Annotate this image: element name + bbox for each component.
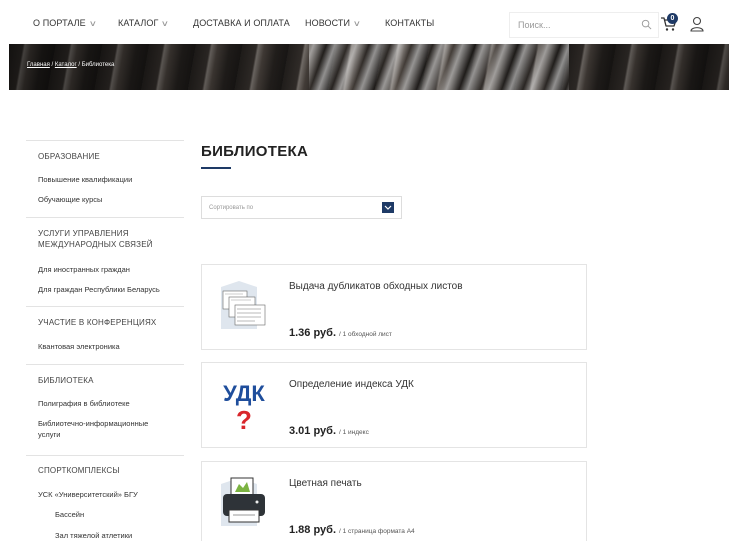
nav-item-news[interactable]: НОВОСТИ ∨ xyxy=(305,18,362,28)
breadcrumb-current: Библиотека xyxy=(81,62,115,68)
nav-item-label: КАТАЛОГ xyxy=(118,18,159,28)
udk-question-icon: УДК ? xyxy=(223,381,265,431)
product-price-row: 3.01 руб./ 1 индекс xyxy=(289,421,369,439)
nav-item-label: ДОСТАВКА И ОПЛАТА xyxy=(193,18,290,28)
product-price: 1.36 руб. xyxy=(289,327,337,339)
product-title[interactable]: Выдача дубликатов обходных листов xyxy=(289,281,463,292)
sidebar-link-foreigners[interactable]: Для иностранных граждан xyxy=(38,264,130,275)
chevron-down-icon: ∨ xyxy=(352,19,362,28)
user-icon[interactable] xyxy=(690,16,704,32)
udk-icon-text: УДК xyxy=(223,381,265,406)
nav-item-about[interactable]: О ПОРТАЛЕ ∨ xyxy=(33,18,97,28)
search-input[interactable] xyxy=(510,13,630,37)
sidebar-link-printing[interactable]: Полиграфия в библиотеке xyxy=(38,398,130,409)
sidebar-divider xyxy=(26,140,184,141)
sort-select[interactable]: Сортировать по xyxy=(201,196,402,219)
product-unit: / 1 индекс xyxy=(339,429,369,436)
product-price: 1.88 руб. xyxy=(289,524,337,536)
search-box xyxy=(509,12,659,38)
sort-select-label: Сортировать по xyxy=(209,205,254,211)
sidebar-section-conferences[interactable]: УЧАСТИЕ В КОНФЕРЕНЦИЯХ xyxy=(38,317,156,328)
sidebar-divider xyxy=(26,306,184,307)
product-price-row: 1.36 руб./ 1 обходной лист xyxy=(289,323,392,341)
product-card[interactable]: УДК ? Определение индекса УДК 3.01 руб. /… xyxy=(201,362,587,448)
product-unit: / 1 страница формата А4 xyxy=(339,528,415,535)
product-unit: / 1 обходной лист xyxy=(339,331,392,338)
nav-item-delivery[interactable]: ДОСТАВКА И ОПЛАТА xyxy=(193,18,290,28)
product-card[interactable]: Выдача дубликатов обходных листов 1.36 р… xyxy=(201,264,587,350)
banner-decor xyxy=(309,44,569,90)
product-title[interactable]: Цветная печать xyxy=(289,478,362,489)
breadcrumb-catalog-link[interactable]: Каталог xyxy=(55,62,77,68)
sidebar-link-weightlifting[interactable]: Зал тяжелой атлетики xyxy=(55,530,132,541)
product-price: 3.01 руб. xyxy=(289,425,337,437)
page-title: БИБЛИОТЕКА xyxy=(201,143,309,160)
top-navigation: О ПОРТАЛЕ ∨ КАТАЛОГ ∨ ДОСТАВКА И ОПЛАТА НО… xyxy=(0,0,729,44)
hero-banner: Главная / Каталог / Библиотека xyxy=(9,44,729,90)
chevron-down-icon: ∨ xyxy=(161,19,170,28)
sidebar-section-sports[interactable]: СПОРТКОМПЛЕКСЫ xyxy=(38,465,120,476)
nav-item-catalog[interactable]: КАТАЛОГ ∨ xyxy=(118,18,170,28)
sidebar-section-international[interactable]: УСЛУГИ УПРАВЛЕНИЯ МЕЖДУНАРОДНЫХ СВЯЗЕЙ xyxy=(38,228,178,250)
product-title[interactable]: Определение индекса УДК xyxy=(289,379,414,390)
chevron-down-icon: ∨ xyxy=(88,19,97,28)
sidebar-divider xyxy=(26,364,184,365)
product-price-row: 1.88 руб./ 1 страница формата А4 xyxy=(289,520,415,538)
sidebar-link-library-services[interactable]: Библиотечно-информационные услуги xyxy=(38,418,168,440)
sidebar-link-qualification[interactable]: Повышение квалификации xyxy=(38,174,132,185)
breadcrumb: Главная / Каталог / Библиотека xyxy=(27,62,114,68)
chevron-down-icon[interactable] xyxy=(382,202,394,213)
sidebar-link-belarus-citizens[interactable]: Для граждан Республики Беларусь xyxy=(38,284,160,295)
search-icon[interactable] xyxy=(641,19,652,30)
sidebar-link-quantum-electronics[interactable]: Квантовая электроника xyxy=(38,341,120,352)
nav-item-contacts[interactable]: КОНТАКТЫ xyxy=(385,18,434,28)
nav-item-label: КОНТАКТЫ xyxy=(385,18,435,28)
nav-item-label: НОВОСТИ xyxy=(305,18,351,28)
sidebar-section-library[interactable]: БИБЛИОТЕКА xyxy=(38,375,94,386)
breadcrumb-home-link[interactable]: Главная xyxy=(27,62,50,68)
sidebar-link-pool[interactable]: Бассейн xyxy=(55,509,84,520)
sidebar-divider xyxy=(26,455,184,456)
sidebar-divider xyxy=(26,217,184,218)
sidebar-section-education[interactable]: ОБРАЗОВАНИЕ xyxy=(38,151,100,162)
sidebar-link-courses[interactable]: Обучающие курсы xyxy=(38,194,102,205)
title-underline xyxy=(201,167,231,169)
printer-icon xyxy=(221,477,265,526)
cart-count-badge: 0 xyxy=(667,13,678,24)
nav-item-label: О ПОРТАЛЕ xyxy=(33,18,86,28)
sidebar-link-usk[interactable]: УСК «Университетский» БГУ xyxy=(38,489,138,500)
product-card[interactable]: Цветная печать 1.88 руб./ 1 страница фор… xyxy=(201,461,587,541)
svg-text:?: ? xyxy=(236,405,252,431)
document-sheets-icon xyxy=(221,281,266,329)
